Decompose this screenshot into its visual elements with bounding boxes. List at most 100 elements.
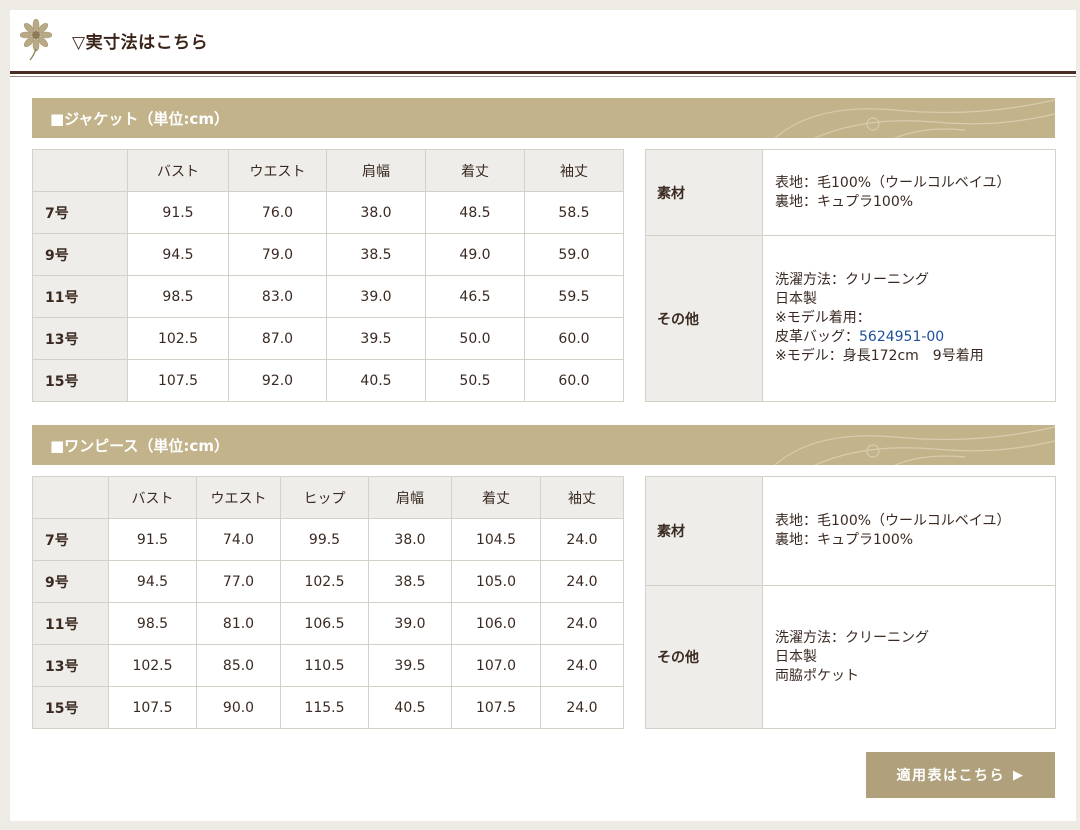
info-value: 表地：毛100%（ウールコルベイユ） 裏地：キュプラ100% [762, 149, 1056, 236]
table-cell: 102.5 [127, 317, 229, 360]
table-cell: 50.5 [425, 359, 525, 402]
column-header: 着丈 [451, 476, 541, 519]
table-cell: 107.5 [451, 686, 541, 729]
column-header: 肩幅 [326, 149, 426, 192]
info-line: 洗濯方法：クリーニング [775, 629, 929, 646]
table-row: 9号 94.5 77.0 102.5 38.5 105.0 24.0 [32, 560, 624, 603]
info-line: ※モデル：身長172cm 9号着用 [775, 348, 984, 364]
header-divider [10, 71, 1076, 74]
table-cell: 38.0 [326, 191, 426, 234]
page-header: ▽実寸法はこちら [10, 10, 1076, 77]
bag-product-link[interactable]: 5624951-00 [859, 329, 944, 345]
info-line: 裏地：キュプラ100% [775, 532, 914, 548]
table-corner-cell [32, 476, 109, 519]
table-cell: 49.0 [425, 233, 525, 276]
table-cell: 91.5 [127, 191, 229, 234]
info-line: 裏地：キュプラ100% [775, 193, 914, 210]
info-row-other: その他 洗濯方法：クリーニング 日本製 ※モデル着用： 皮革バッグ：562495… [645, 235, 1056, 402]
table-cell: 24.0 [540, 602, 624, 645]
table-cell: 60.0 [524, 317, 624, 360]
table-cell: 76.0 [228, 191, 327, 234]
info-value: 表地：毛100%（ウールコルベイユ） 裏地：キュプラ100% [762, 476, 1056, 586]
table-cell: 106.5 [280, 602, 369, 645]
table-corner-cell [32, 149, 128, 192]
table-cell: 59.0 [524, 233, 624, 276]
dress-section-bar: ■ワンピース（単位:cm） [32, 425, 1055, 465]
table-cell: 58.5 [524, 191, 624, 234]
table-cell: 102.5 [108, 644, 197, 687]
info-label: その他 [645, 585, 763, 729]
info-line: 洗濯方法：クリーニング [775, 272, 929, 288]
table-cell: 40.5 [368, 686, 452, 729]
table-cell: 105.0 [451, 560, 541, 603]
table-cell: 74.0 [196, 518, 281, 561]
table-cell: 107.5 [127, 359, 229, 402]
info-label: 素材 [645, 476, 763, 586]
table-cell: 83.0 [228, 275, 327, 318]
table-cell: 98.5 [127, 275, 229, 318]
table-cell: 38.5 [326, 233, 426, 276]
info-value: 洗濯方法：クリーニング 日本製 両脇ポケット [762, 585, 1056, 729]
table-row: 7号 91.5 76.0 38.0 48.5 58.5 [32, 191, 624, 234]
size-label: 11号 [32, 602, 109, 645]
info-line: 日本製 [775, 291, 817, 307]
table-cell: 48.5 [425, 191, 525, 234]
jacket-section-bar: ■ジャケット（単位:cm） [32, 98, 1055, 138]
table-cell: 24.0 [540, 518, 624, 561]
size-label: 7号 [32, 518, 109, 561]
table-cell: 98.5 [108, 602, 197, 645]
column-header: 袖丈 [524, 149, 624, 192]
dress-section-title: ■ワンピース（単位:cm） [50, 437, 229, 455]
info-row-material: 素材 表地：毛100%（ウールコルベイユ） 裏地：キュプラ100% [645, 476, 1056, 586]
info-label: 素材 [645, 149, 763, 236]
size-chart-button[interactable]: 適用表はこちら ▶ [866, 752, 1055, 798]
table-cell: 60.0 [524, 359, 624, 402]
info-line: 日本製 [775, 648, 817, 665]
size-label: 13号 [32, 644, 109, 687]
table-cell: 39.5 [326, 317, 426, 360]
table-cell: 50.0 [425, 317, 525, 360]
page-title: ▽実寸法はこちら [72, 33, 209, 53]
table-row: 11号 98.5 83.0 39.0 46.5 59.5 [32, 275, 624, 318]
table-cell: 91.5 [108, 518, 197, 561]
size-label: 11号 [32, 275, 128, 318]
content-panel: ▽実寸法はこちら ■ジャケット（単位:cm） バスト ウエスト 肩幅 着丈 袖丈… [10, 10, 1076, 821]
swirl-ornament-icon [774, 99, 1055, 138]
size-chart-button-label: 適用表はこちら [896, 768, 1005, 784]
table-cell: 92.0 [228, 359, 327, 402]
column-header: 着丈 [425, 149, 525, 192]
info-line: ※モデル着用： [775, 310, 871, 326]
column-header: ヒップ [280, 476, 369, 519]
jacket-info-table: 素材 表地：毛100%（ウールコルベイユ） 裏地：キュプラ100% その他 洗濯… [645, 149, 1056, 402]
table-cell: 81.0 [196, 602, 281, 645]
table-cell: 115.5 [280, 686, 369, 729]
table-header-row: バスト ウエスト ヒップ 肩幅 着丈 袖丈 [32, 476, 624, 519]
table-header-row: バスト ウエスト 肩幅 着丈 袖丈 [32, 149, 624, 192]
flower-icon [20, 19, 52, 61]
info-row-material: 素材 表地：毛100%（ウールコルベイユ） 裏地：キュプラ100% [645, 149, 1056, 236]
table-row: 13号 102.5 85.0 110.5 39.5 107.0 24.0 [32, 644, 624, 687]
table-cell: 39.0 [326, 275, 426, 318]
table-cell: 79.0 [228, 233, 327, 276]
table-cell: 107.0 [451, 644, 541, 687]
size-label: 9号 [32, 560, 109, 603]
jacket-size-table: バスト ウエスト 肩幅 着丈 袖丈 7号 91.5 76.0 38.0 48.5… [32, 149, 624, 402]
table-cell: 87.0 [228, 317, 327, 360]
table-cell: 39.0 [368, 602, 452, 645]
table-cell: 104.5 [451, 518, 541, 561]
column-header: ウエスト [196, 476, 281, 519]
size-label: 9号 [32, 233, 128, 276]
size-label: 15号 [32, 686, 109, 729]
info-value: 洗濯方法：クリーニング 日本製 ※モデル着用： 皮革バッグ：5624951-00… [762, 235, 1056, 402]
size-label: 7号 [32, 191, 128, 234]
column-header: バスト [127, 149, 229, 192]
table-cell: 24.0 [540, 644, 624, 687]
dress-info-table: 素材 表地：毛100%（ウールコルベイユ） 裏地：キュプラ100% その他 洗濯… [645, 476, 1056, 729]
table-row: 13号 102.5 87.0 39.5 50.0 60.0 [32, 317, 624, 360]
table-cell: 39.5 [368, 644, 452, 687]
column-header: 袖丈 [540, 476, 624, 519]
table-cell: 38.5 [368, 560, 452, 603]
table-cell: 99.5 [280, 518, 369, 561]
table-cell: 110.5 [280, 644, 369, 687]
table-row: 15号 107.5 92.0 40.5 50.5 60.0 [32, 359, 624, 402]
